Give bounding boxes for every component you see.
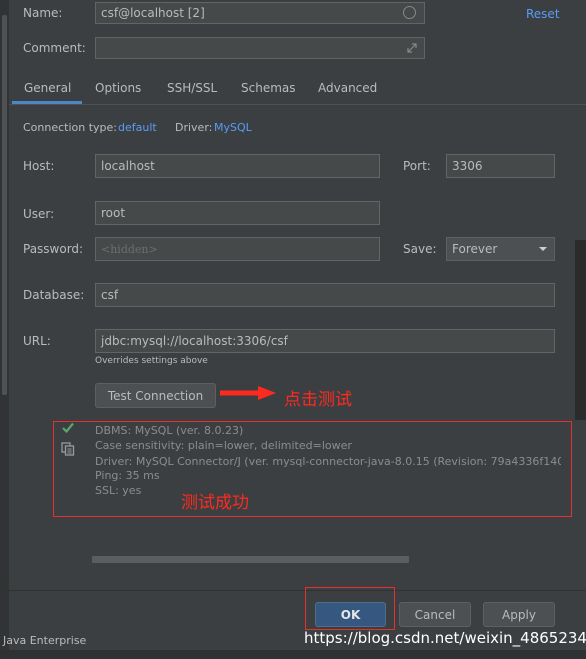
test-connection-label: Test Connection [107, 388, 204, 403]
tab-ssh-ssl[interactable]: SSH/SSL [167, 81, 217, 95]
ok-button[interactable]: OK [315, 602, 386, 627]
result-line-ping: Ping: 35 ms [95, 469, 160, 482]
password-placeholder: <hidden> [101, 242, 158, 256]
url-hint: Overrides settings above [95, 356, 208, 366]
password-field[interactable]: <hidden> [95, 237, 380, 261]
tab-advanced[interactable]: Advanced [318, 81, 377, 95]
database-value: csf [101, 288, 119, 302]
left-scrollbar-thumb[interactable] [2, 15, 7, 395]
host-label: Host: [23, 159, 55, 173]
status-text: Java Enterprise [3, 634, 87, 647]
save-label: Save: [403, 242, 437, 256]
result-line-driver: Driver: MySQL Connector/J (ver. mysql-co… [95, 455, 561, 468]
driver-value[interactable]: MySQL [214, 121, 252, 134]
tab-general[interactable]: General [24, 81, 71, 95]
user-label: User: [23, 207, 55, 221]
port-field[interactable]: 3306 [446, 154, 555, 178]
cancel-button[interactable]: Cancel [399, 602, 471, 627]
database-label: Database: [23, 288, 85, 302]
name-value: csf@localhost [2] [101, 6, 205, 20]
password-label: Password: [23, 242, 84, 256]
test-connection-button[interactable]: Test Connection [95, 383, 216, 408]
annotation-test-success: 测试成功 [181, 493, 249, 513]
copy-icon[interactable] [61, 442, 75, 456]
ok-label: OK [340, 607, 361, 622]
result-line-ssl: SSL: yes [95, 484, 142, 497]
user-value: root [101, 206, 126, 220]
status-bar [0, 650, 586, 659]
port-label: Port: [403, 159, 431, 173]
success-check-icon [62, 422, 74, 433]
comment-label: Comment: [23, 41, 86, 55]
apply-button[interactable]: Apply [483, 602, 555, 627]
expand-icon[interactable] [406, 42, 418, 54]
result-line-case: Case sensitivity: plain=lower, delimited… [95, 439, 352, 452]
footer-separator [0, 590, 586, 591]
connection-type-label: Connection type: [23, 121, 118, 134]
tab-general-underline [12, 101, 82, 104]
tab-bar-divider [9, 104, 586, 105]
host-field[interactable]: localhost [95, 154, 380, 178]
result-line-dbms: DBMS: MySQL (ver. 8.0.23) [95, 424, 244, 437]
reset-link[interactable]: Reset [526, 7, 560, 21]
tab-schemas[interactable]: Schemas [241, 81, 296, 95]
tab-options[interactable]: Options [95, 81, 141, 95]
comment-field[interactable] [95, 37, 425, 59]
database-field[interactable]: csf [95, 283, 555, 307]
cancel-label: Cancel [414, 607, 456, 622]
port-value: 3306 [452, 159, 483, 173]
name-field[interactable]: csf@localhost [2] [95, 2, 425, 24]
result-line-driver-clip: Driver: MySQL Connector/J (ver. mysql-co… [95, 454, 561, 468]
chevron-down-icon [538, 245, 548, 253]
driver-label: Driver: [175, 121, 213, 134]
host-value: localhost [101, 159, 155, 173]
url-field[interactable]: jdbc:mysql://localhost:3306/csf [95, 329, 555, 353]
apply-label: Apply [502, 607, 536, 622]
annotation-arrow [220, 386, 276, 400]
url-value: jdbc:mysql://localhost:3306/csf [101, 334, 288, 348]
color-circle-icon[interactable] [403, 6, 416, 19]
right-gutter [575, 240, 586, 420]
annotation-click-test: 点击测试 [284, 390, 352, 410]
save-value: Forever [452, 242, 498, 256]
url-label: URL: [23, 334, 51, 348]
connection-type-value[interactable]: default [118, 121, 157, 134]
horizontal-scrollbar[interactable] [92, 556, 409, 563]
watermark: https://blog.csdn.net/weixin_48652345 [304, 629, 586, 647]
name-label: Name: [23, 6, 63, 20]
user-field[interactable]: root [95, 201, 380, 225]
